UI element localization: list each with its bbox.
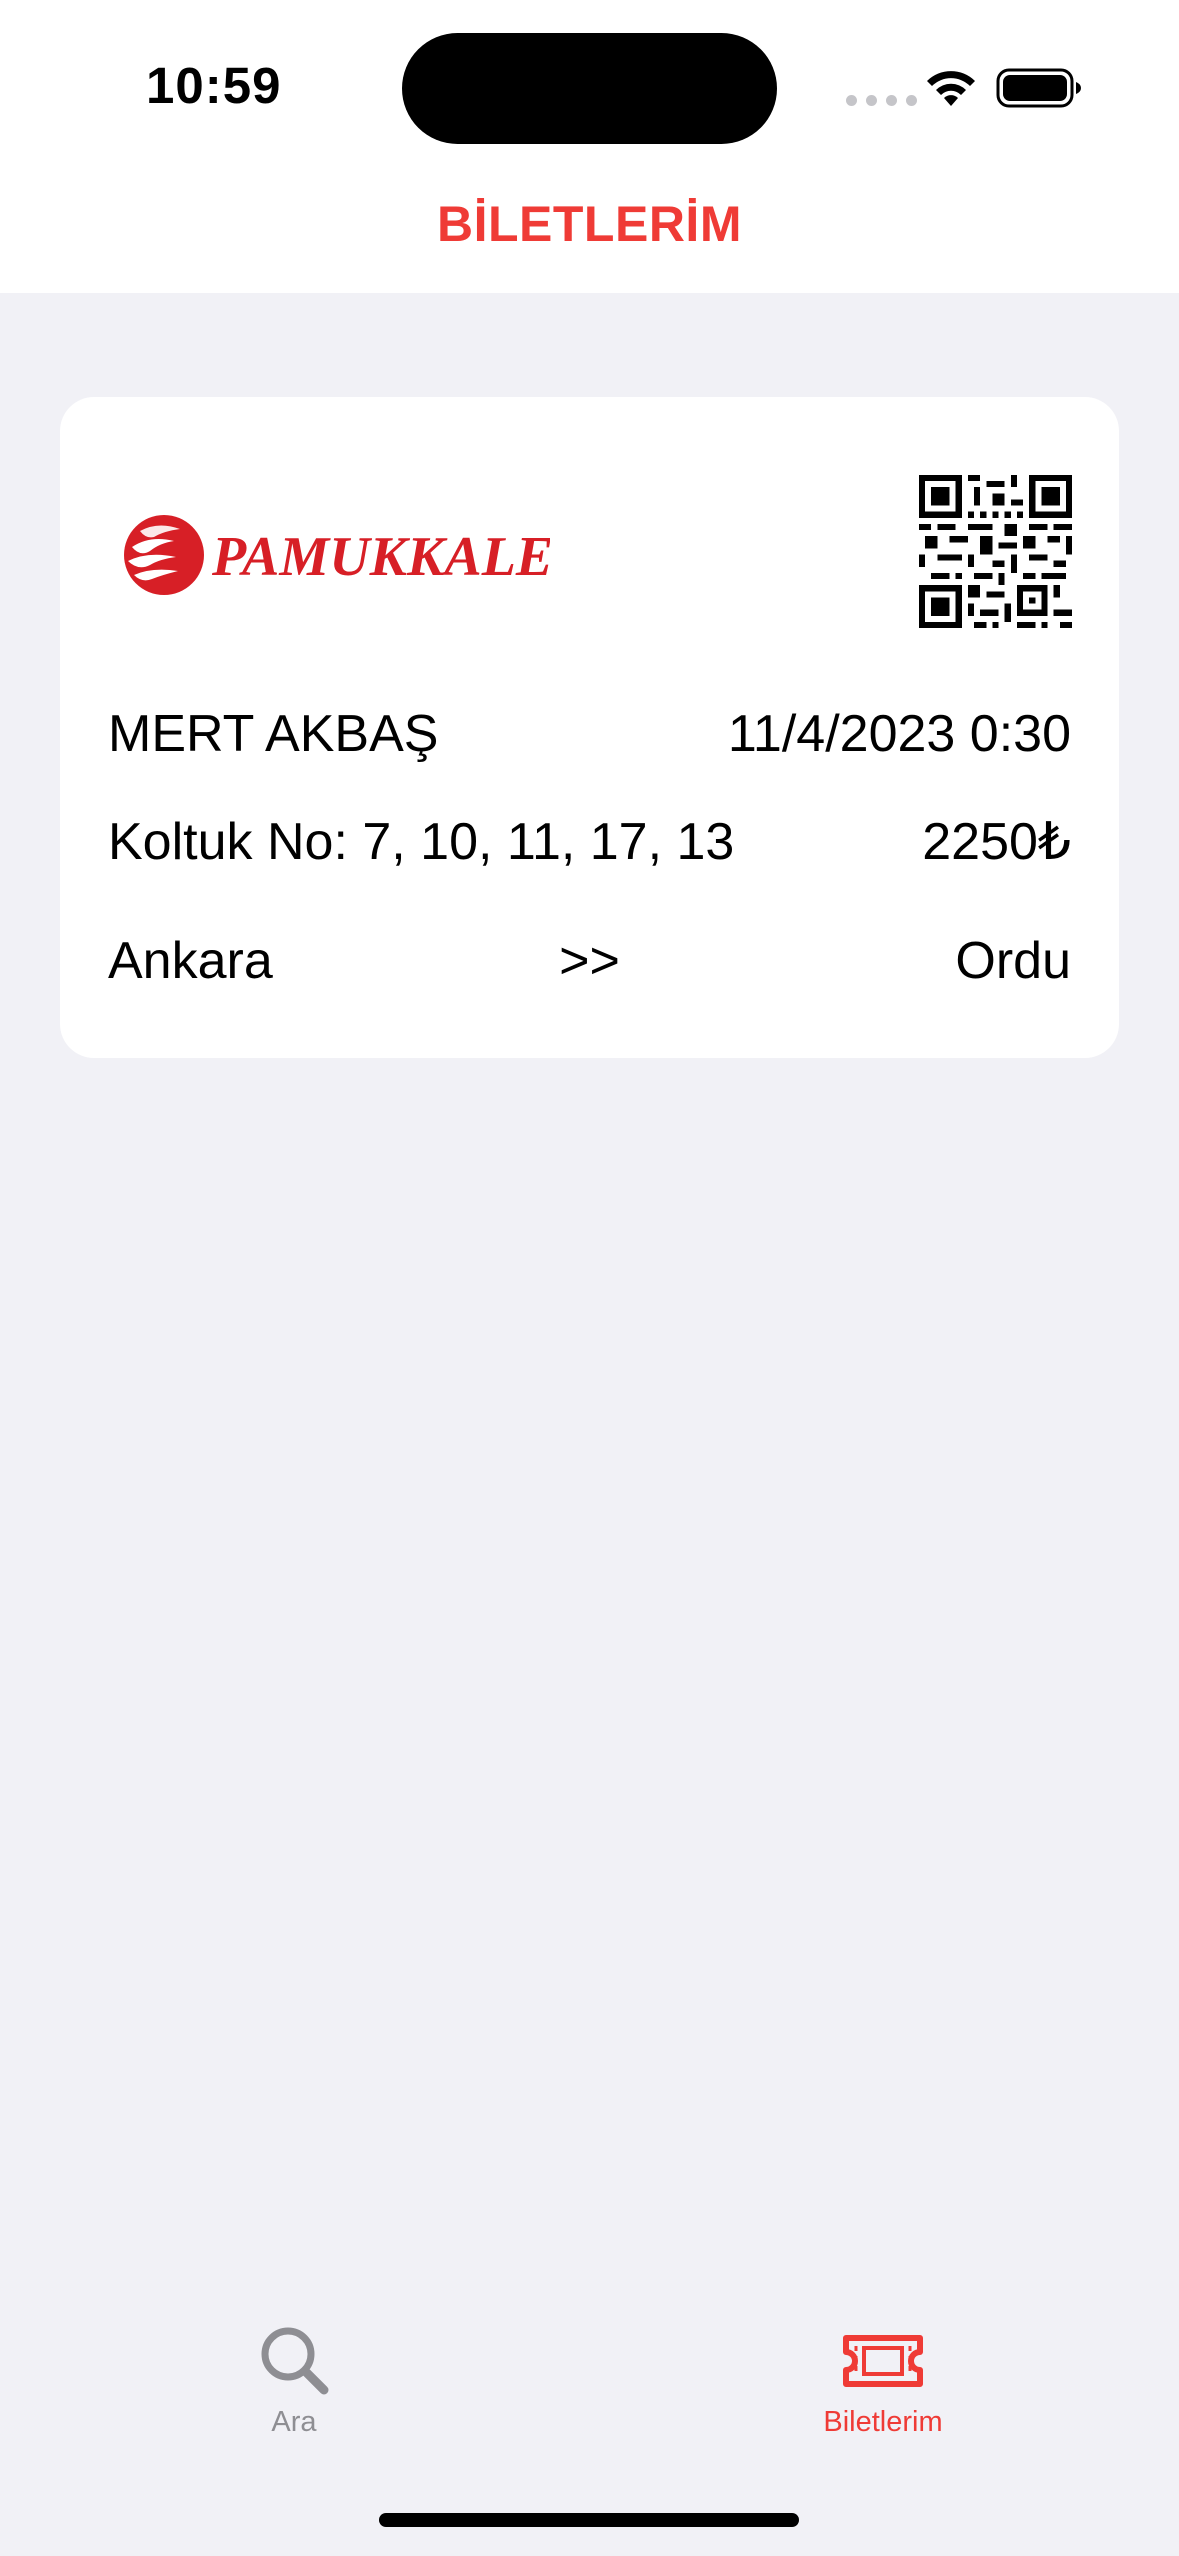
wifi-icon: [927, 71, 975, 106]
tab-bar: Ara Biletlerim: [0, 2290, 1179, 2556]
battery-icon: [996, 68, 1081, 108]
tab-label: Ara: [271, 2406, 317, 2438]
ticket-price: 2250₺: [922, 813, 1071, 871]
brand-wordmark: PAMUKKALE: [211, 526, 550, 588]
magnifying-glass-icon: [261, 2327, 329, 2395]
tab-search[interactable]: Ara: [144, 2320, 444, 2470]
passenger-name: MERT AKBAŞ: [108, 705, 439, 763]
destination-city: Ordu: [955, 932, 1071, 990]
tab-tickets[interactable]: Biletlerim: [733, 2320, 1033, 2470]
departure-datetime: 11/4/2023 0:30: [727, 705, 1071, 763]
navigation-bar: BİLETLERİM: [0, 170, 1179, 293]
status-bar: 10:59: [0, 0, 1179, 170]
tab-label: Biletlerim: [823, 2406, 943, 2438]
page-title: BİLETLERİM: [437, 196, 742, 252]
pamukkale-logo: PAMUKKALE: [124, 515, 550, 595]
ticket-card[interactable]: PAMUKKALE MERT AKBAŞ 11/4/2023 0:30 Kolt…: [60, 397, 1119, 1058]
dynamic-island: [402, 33, 777, 144]
status-time: 10:59: [146, 57, 282, 114]
home-indicator[interactable]: [379, 2513, 799, 2527]
cellular-signal-icon: [846, 95, 917, 106]
ticket-icon: [843, 2335, 923, 2387]
qr-code: [919, 475, 1072, 628]
seat-numbers: Koltuk No: 7, 10, 11, 17, 13: [108, 813, 735, 871]
